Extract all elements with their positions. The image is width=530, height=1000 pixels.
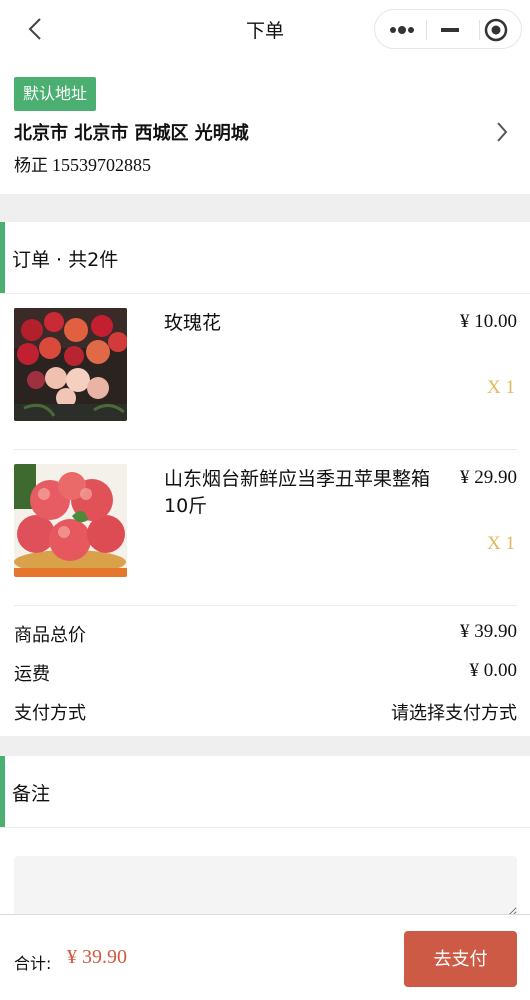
summary-value: ¥ 0.00 [469, 660, 518, 681]
address-card[interactable]: 默认地址 北京市 北京市 西城区 光明城 杨正 15539702885 [0, 58, 530, 194]
product-image-roses [14, 308, 127, 421]
mini-program-capsule [374, 9, 522, 49]
product-price: ¥ 10.00 [460, 311, 517, 332]
order-item[interactable]: 玫瑰花 ¥ 10.00 X 1 [14, 294, 517, 450]
capsule-divider [426, 20, 427, 40]
checkout-bar: 合计: ¥ 39.90 去支付 [0, 914, 530, 1000]
product-name: 山东烟台新鲜应当季丑苹果整箱10斤 [164, 468, 431, 517]
order-count-title: 订单 · 共2件 [12, 249, 119, 271]
default-address-badge: 默认地址 [14, 77, 97, 111]
summary-row-payment-method[interactable]: 支付方式 请选择支付方式 [14, 697, 517, 727]
product-image-apples [14, 464, 127, 577]
payment-method-selector[interactable]: 请选择支付方式 [391, 699, 517, 725]
product-quantity: X 1 [487, 377, 515, 398]
top-nav-bar: 下单 [0, 0, 530, 58]
section-divider [0, 736, 530, 756]
contact-phone: 15539702885 [52, 155, 151, 175]
summary-row-shipping: 运费 ¥ 0.00 [14, 658, 517, 688]
address-contact: 杨正 15539702885 [14, 151, 151, 176]
pay-button[interactable]: 去支付 [404, 931, 517, 987]
summary-row-subtotal: 商品总价 ¥ 39.90 [14, 619, 517, 649]
product-name: 玫瑰花 [164, 312, 222, 334]
order-section-header: 订单 · 共2件 [0, 222, 530, 294]
section-accent-bar [0, 222, 5, 293]
total-value: ¥ 39.90 [67, 946, 127, 968]
remark-title: 备注 [12, 783, 51, 805]
summary-label: 运费 [14, 664, 50, 685]
more-dots-icon[interactable] [389, 21, 415, 43]
product-quantity: X 1 [487, 533, 515, 554]
minimize-icon[interactable] [439, 21, 461, 43]
capsule-divider [479, 20, 480, 40]
section-accent-bar [0, 756, 5, 827]
contact-name: 杨正 [14, 156, 48, 176]
address-line: 北京市 北京市 西城区 光明城 [14, 123, 249, 144]
summary-value: ¥ 39.90 [460, 621, 517, 642]
target-close-icon[interactable] [483, 17, 509, 47]
summary-label: 支付方式 [14, 703, 86, 724]
product-price: ¥ 29.90 [460, 467, 517, 488]
chevron-right-icon[interactable] [494, 120, 510, 148]
remark-section-header: 备注 [0, 756, 530, 828]
remark-input[interactable] [14, 856, 517, 916]
order-item[interactable]: 山东烟台新鲜应当季丑苹果整箱10斤 ¥ 29.90 X 1 [14, 450, 517, 606]
summary-label: 商品总价 [14, 625, 86, 646]
section-divider [0, 194, 530, 222]
total-label: 合计: [14, 954, 52, 973]
